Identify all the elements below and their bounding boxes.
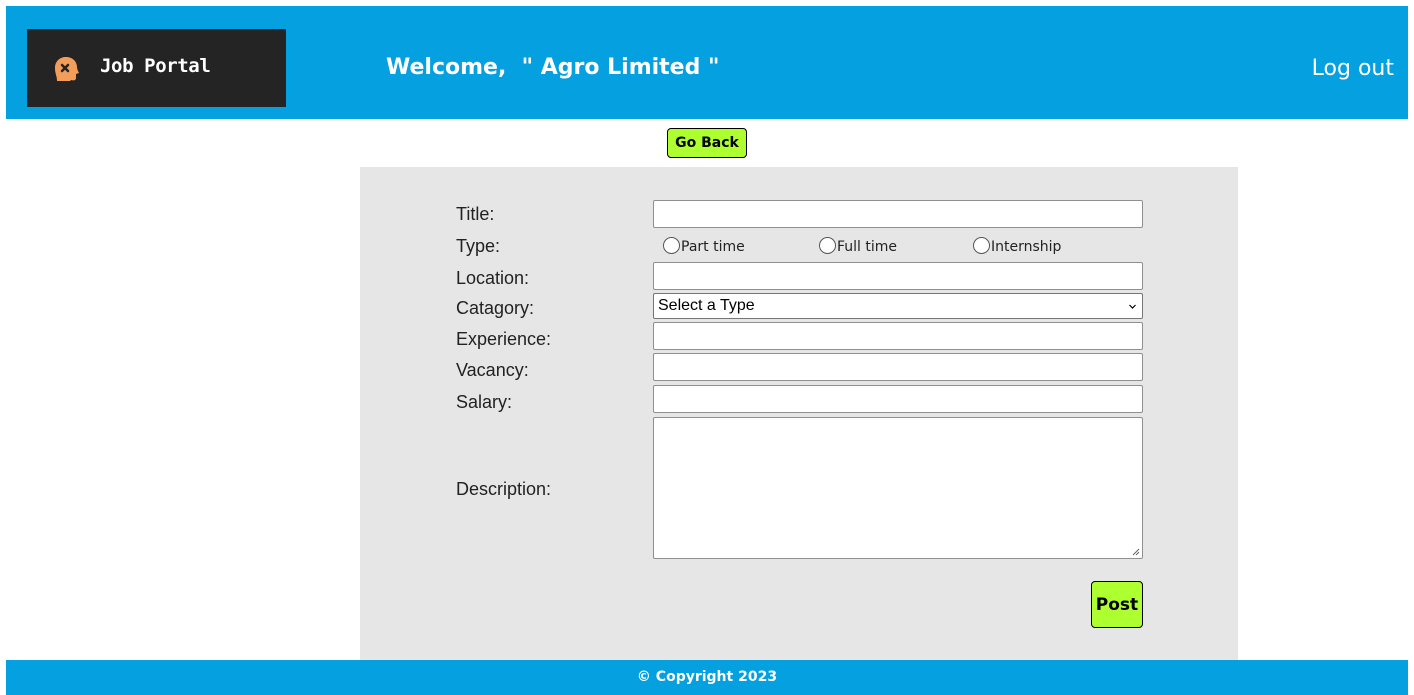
category-label: Catagory: <box>456 298 535 318</box>
brain-head-icon <box>55 57 79 81</box>
salary-label: Salary: <box>456 392 513 412</box>
category-selected-value: Select a Type <box>658 297 755 314</box>
copyright-text: © Copyright 2023 <box>636 669 778 685</box>
job-post-form: Title: Type: Part time Full time Interns… <box>360 167 1238 660</box>
resize-handle-icon[interactable] <box>1132 548 1140 556</box>
logout-link[interactable]: Log out <box>1312 56 1394 81</box>
welcome-message: Welcome, " Agro Limited " <box>386 55 720 80</box>
footer-bar: © Copyright 2023 <box>6 660 1408 695</box>
go-back-button[interactable]: Go Back <box>667 128 747 158</box>
category-select[interactable]: Select a Type <box>653 293 1143 319</box>
radio-full-time-label: Full time <box>837 239 898 255</box>
salary-input[interactable] <box>653 385 1143 413</box>
radio-part-time-label: Part time <box>681 239 745 255</box>
radio-part-time[interactable] <box>663 237 680 254</box>
title-label: Title: <box>456 204 495 224</box>
location-input[interactable] <box>653 262 1143 290</box>
radio-full-time[interactable] <box>819 237 836 254</box>
chevron-down-icon <box>1129 304 1136 309</box>
location-label: Location: <box>456 268 530 288</box>
header-bar: Job Portal Welcome, " Agro Limited " Log… <box>6 6 1408 119</box>
post-button[interactable]: Post <box>1091 581 1143 628</box>
experience-input[interactable] <box>653 322 1143 350</box>
type-label: Type: <box>456 236 501 256</box>
site-logo[interactable]: Job Portal <box>27 29 286 107</box>
description-textarea[interactable] <box>653 417 1143 559</box>
radio-internship-label: Internship <box>991 239 1062 255</box>
experience-label: Experience: <box>456 329 552 349</box>
radio-internship[interactable] <box>973 237 990 254</box>
description-label: Description: <box>456 479 552 499</box>
vacancy-input[interactable] <box>653 353 1143 381</box>
title-input[interactable] <box>653 200 1143 228</box>
logo-text: Job Portal <box>100 55 211 77</box>
vacancy-label: Vacancy: <box>456 360 529 380</box>
